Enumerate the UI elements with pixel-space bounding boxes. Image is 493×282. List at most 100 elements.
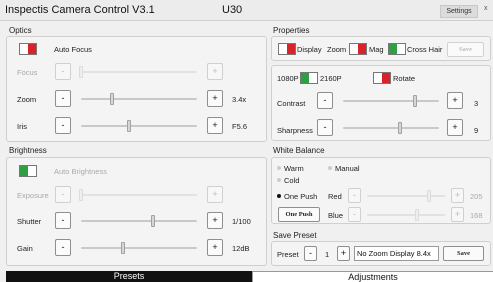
blue-slider[interactable] — [367, 214, 445, 216]
exposure-label: Exposure — [17, 191, 49, 200]
contrast-slider-thumb[interactable] — [413, 95, 417, 107]
blue-label: Blue — [328, 211, 344, 220]
gain-minus-button[interactable]: - — [55, 239, 71, 256]
sharpness-plus-button[interactable]: + — [447, 119, 463, 136]
one-push-button[interactable]: One Push — [278, 207, 320, 222]
cross-hair-toggle[interactable] — [388, 43, 406, 55]
red-value: 205 — [470, 192, 483, 201]
blue-plus-button[interactable]: + — [451, 207, 464, 222]
sharpness-minus-button[interactable]: - — [317, 119, 333, 136]
camera-model: U30 — [222, 4, 243, 16]
zoom-mag-label: Zoom — [327, 45, 347, 54]
sharpness-slider[interactable] — [343, 127, 439, 129]
app-title: Inspectis Camera Control V3.1 — [5, 4, 155, 16]
preset-save-button[interactable]: Save — [443, 246, 484, 261]
iris-label: Iris — [17, 122, 27, 131]
brightness-panel — [6, 157, 267, 266]
properties-save-button[interactable]: Save — [447, 42, 484, 57]
iris-plus-button[interactable]: + — [207, 117, 223, 134]
exposure-minus-button[interactable]: - — [55, 186, 71, 203]
iris-slider-thumb[interactable] — [127, 120, 131, 132]
shutter-plus-button[interactable]: + — [207, 212, 223, 229]
sharpness-value: 9 — [474, 126, 479, 135]
blue-minus-button[interactable]: - — [348, 207, 361, 222]
preset-label: Preset — [277, 250, 299, 259]
display-label: Display — [297, 45, 322, 54]
contrast-value: 3 — [474, 99, 479, 108]
autofocus-label: Auto Focus — [54, 45, 92, 54]
contrast-slider[interactable] — [343, 100, 439, 102]
blue-slider-thumb[interactable] — [415, 209, 419, 221]
zoom-value: 3.4x — [232, 95, 247, 104]
shutter-slider-thumb[interactable] — [151, 215, 155, 227]
blue-value: 168 — [470, 211, 483, 220]
resolution-toggle[interactable] — [300, 72, 318, 84]
focus-plus-button[interactable]: + — [207, 63, 223, 80]
focus-minus-button[interactable]: - — [55, 63, 71, 80]
close-icon[interactable]: x — [484, 5, 488, 12]
gain-value: 12dB — [232, 244, 250, 253]
brightness-title: Brightness — [9, 146, 47, 155]
iris-value: F5.6 — [232, 122, 248, 131]
cross-hair-label: Cross Hair — [407, 45, 443, 54]
preset-plus-button[interactable]: + — [337, 246, 350, 261]
properties-title: Properties — [273, 26, 310, 35]
focus-slider-thumb[interactable] — [79, 66, 83, 78]
red-slider-thumb[interactable] — [427, 190, 431, 202]
red-plus-button[interactable]: + — [451, 188, 464, 203]
manual-label: Manual — [335, 164, 360, 173]
exposure-plus-button[interactable]: + — [207, 186, 223, 203]
zoom-slider[interactable] — [81, 98, 197, 100]
tab-presets[interactable]: Presets — [6, 271, 252, 282]
sharpness-slider-thumb[interactable] — [398, 122, 402, 134]
gain-slider-thumb[interactable] — [121, 242, 125, 254]
zoom-label: Zoom — [17, 95, 37, 104]
red-slider[interactable] — [367, 195, 445, 197]
preset-number: 1 — [325, 250, 330, 259]
zoom-plus-button[interactable]: + — [207, 90, 223, 107]
red-minus-button[interactable]: - — [348, 188, 361, 203]
contrast-label: Contrast — [277, 99, 306, 108]
white-balance-title: White Balance — [273, 146, 325, 155]
autofocus-toggle[interactable] — [19, 43, 37, 55]
preset-minus-button[interactable]: - — [304, 246, 317, 261]
zoom-slider-thumb[interactable] — [110, 93, 114, 105]
mag-label: Mag — [369, 45, 384, 54]
one-push-radio[interactable] — [277, 194, 281, 198]
cold-label: Cold — [284, 176, 300, 185]
res-1080p-label: 1080P — [277, 74, 299, 83]
contrast-plus-button[interactable]: + — [447, 92, 463, 109]
preset-name-input[interactable]: No Zoom Display 8.4x — [354, 246, 439, 261]
sharpness-label: Sharpness — [277, 126, 313, 135]
focus-slider[interactable] — [81, 71, 197, 73]
tab-adjustments[interactable]: Adjustments — [252, 271, 493, 282]
gain-label: Gain — [17, 244, 33, 253]
display-toggle[interactable] — [278, 43, 296, 55]
iris-minus-button[interactable]: - — [55, 117, 71, 134]
warm-label: Warm — [284, 164, 304, 173]
gain-slider[interactable] — [81, 247, 197, 249]
exposure-slider-thumb[interactable] — [79, 189, 83, 201]
shutter-value: 1/100 — [232, 217, 251, 226]
res-2160p-label: 2160P — [320, 74, 342, 83]
mag-toggle[interactable] — [349, 43, 367, 55]
optics-title: Optics — [9, 26, 32, 35]
warm-radio[interactable] — [277, 166, 281, 170]
auto-brightness-toggle[interactable] — [19, 165, 37, 177]
auto-brightness-label: Auto Brightness — [54, 167, 107, 176]
shutter-minus-button[interactable]: - — [55, 212, 71, 229]
rotate-toggle[interactable] — [373, 72, 391, 84]
shutter-slider[interactable] — [81, 220, 197, 222]
red-label: Red — [328, 192, 342, 201]
settings-button[interactable]: Settings — [440, 5, 478, 18]
contrast-minus-button[interactable]: - — [317, 92, 333, 109]
zoom-minus-button[interactable]: - — [55, 90, 71, 107]
manual-radio[interactable] — [328, 166, 332, 170]
exposure-slider[interactable] — [81, 194, 197, 196]
focus-label: Focus — [17, 68, 38, 77]
save-preset-title: Save Preset — [273, 231, 317, 240]
one-push-label: One Push — [284, 192, 318, 201]
gain-plus-button[interactable]: + — [207, 239, 223, 256]
cold-radio[interactable] — [277, 178, 281, 182]
iris-slider[interactable] — [81, 125, 197, 127]
